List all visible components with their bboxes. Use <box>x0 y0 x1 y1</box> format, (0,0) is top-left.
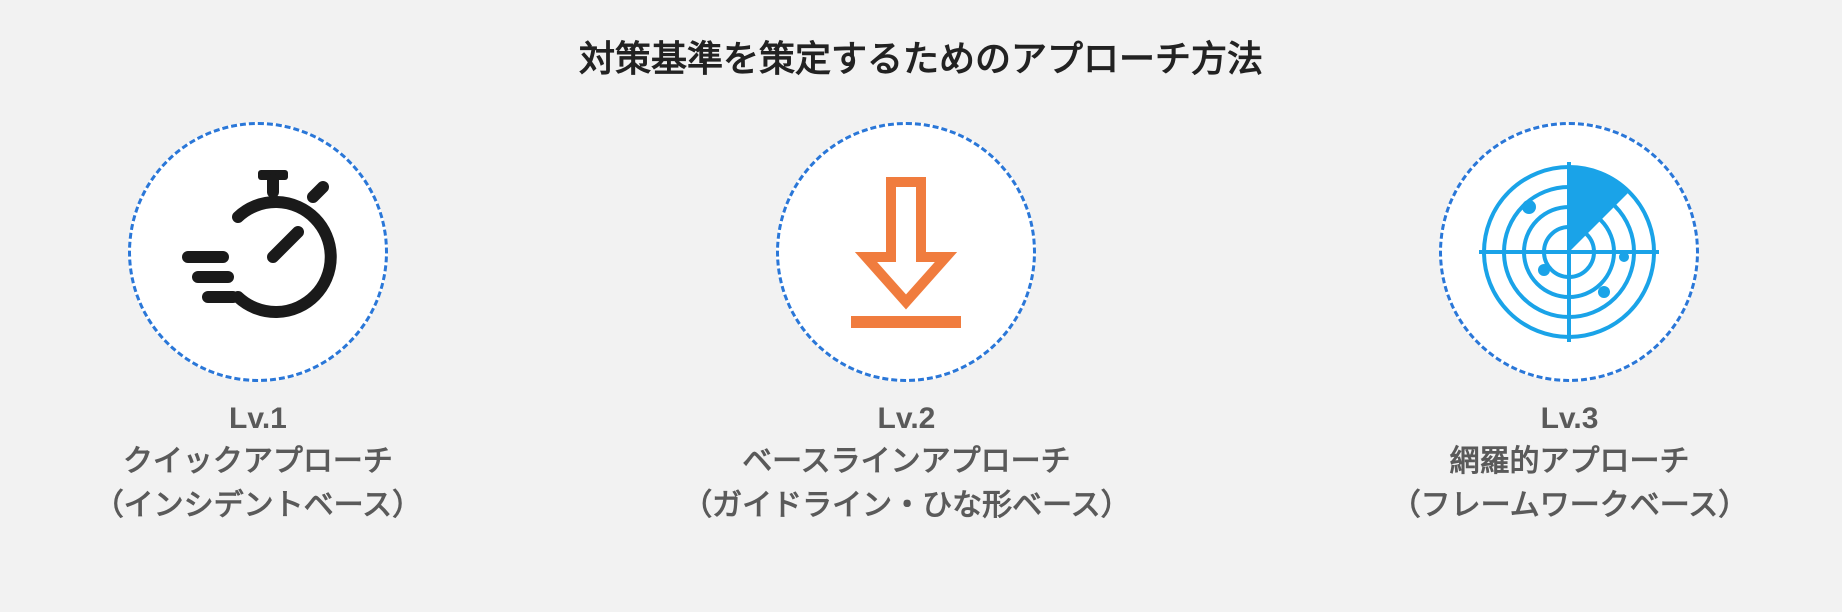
approach-1: Lv.1 クイックアプローチ （インシデントベース） <box>94 122 423 524</box>
approach-3-level: Lv.3 <box>1541 402 1599 436</box>
approach-2-name: ベースラインアプローチ <box>742 436 1071 480</box>
approach-2-base: （ガイドライン・ひな形ベース） <box>682 480 1131 524</box>
approach-2-level: Lv.2 <box>878 402 936 436</box>
page-title: 対策基準を策定するためのアプローチ方法 <box>579 30 1263 82</box>
approach-1-circle <box>128 122 388 382</box>
approach-3-base: （フレームワークベース） <box>1391 480 1749 524</box>
approach-3: Lv.3 網羅的アプローチ （フレームワークベース） <box>1391 122 1749 524</box>
approach-1-base: （インシデントベース） <box>94 480 423 524</box>
approaches-row: Lv.1 クイックアプローチ （インシデントベース） Lv.2 ベースラインアプ… <box>94 122 1749 524</box>
download-arrow-icon <box>826 162 986 342</box>
approach-2: Lv.2 ベースラインアプローチ （ガイドライン・ひな形ベース） <box>682 122 1131 524</box>
approach-3-circle <box>1439 122 1699 382</box>
approach-2-circle <box>776 122 1036 382</box>
approach-3-name: 網羅的アプローチ <box>1449 436 1689 480</box>
approach-1-level: Lv.1 <box>229 402 287 436</box>
stopwatch-speed-icon <box>168 162 348 342</box>
approach-1-name: クイックアプローチ <box>123 436 393 480</box>
radar-icon <box>1469 152 1669 352</box>
